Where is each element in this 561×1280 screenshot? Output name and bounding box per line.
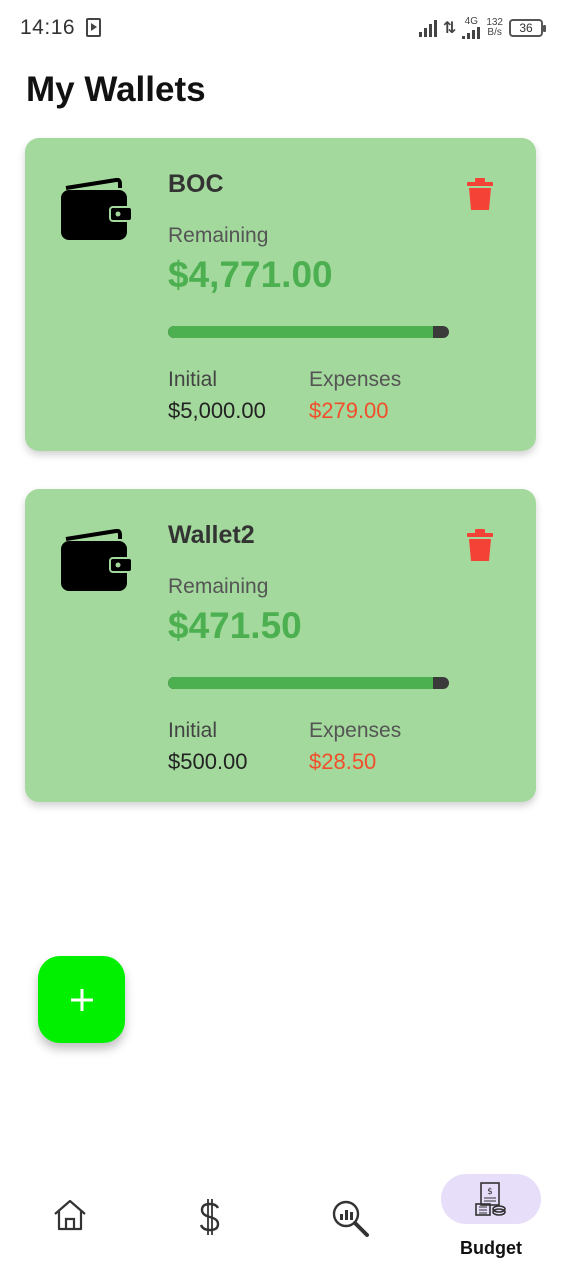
media-play-icon [86,18,101,37]
wallet-name: BOC [168,170,224,198]
nav-item-analytics[interactable] [300,1160,400,1270]
page-title: My Wallets [26,70,206,109]
plus-icon [70,988,93,1011]
expenses-amount: $28.50 [309,749,377,774]
network-type: 4G [462,16,481,39]
network-speed: 132 B/s [486,18,503,38]
add-wallet-button[interactable] [38,956,125,1043]
signal-icon [418,19,437,37]
svg-text:$: $ [487,1187,493,1197]
signal-icon-2 [462,27,481,39]
nav-item-transactions[interactable] [160,1160,260,1270]
wallet-icon [61,178,132,240]
initial-amount: $5,000.00 [168,398,266,423]
data-transfer-icon: ⇅ [442,20,457,37]
remaining-amount: $471.50 [168,605,302,646]
delete-wallet-icon[interactable] [467,529,493,561]
initial-amount: $500.00 [168,749,248,774]
status-time: 14:16 [20,16,76,39]
remaining-label: Remaining [168,575,269,598]
progress-fill [168,326,434,338]
expenses-label: Expenses [309,368,402,391]
dollar-icon [199,1199,220,1235]
status-bar: 14:16 ⇅ 4G 132 B/s 36 [0,0,561,56]
nav-label-budget[interactable]: Budget [441,1238,541,1259]
home-icon [54,1199,86,1231]
status-indicators: ⇅ 4G 132 B/s 36 [418,14,546,42]
wallet-card[interactable]: BOC Remaining $4,771.00 Initial $5,000.0… [25,138,536,451]
wallet-icon [61,529,132,591]
analytics-search-icon [332,1200,369,1237]
expenses-label: Expenses [309,719,402,742]
budget-progress-bar [168,677,449,689]
nav-item-budget[interactable]: $ [441,1174,541,1224]
battery-icon: 36 [509,19,546,37]
delete-wallet-icon[interactable] [467,178,493,210]
network-label: 4G [464,16,478,27]
budget-progress-bar [168,326,449,338]
initial-label: Initial [168,719,218,742]
speed-unit: B/s [487,27,502,38]
budget-icon: $ [475,1182,506,1216]
progress-fill [168,677,433,689]
remaining-label: Remaining [168,224,269,247]
wallet-name: Wallet2 [168,521,255,549]
wallet-card[interactable]: Wallet2 Remaining $471.50 Initial $500.0… [25,489,536,802]
remaining-amount: $4,771.00 [168,254,333,295]
nav-item-home[interactable] [20,1160,120,1270]
initial-label: Initial [168,368,218,391]
expenses-amount: $279.00 [309,398,389,423]
bottom-navigation: $ Budget [0,1160,561,1280]
